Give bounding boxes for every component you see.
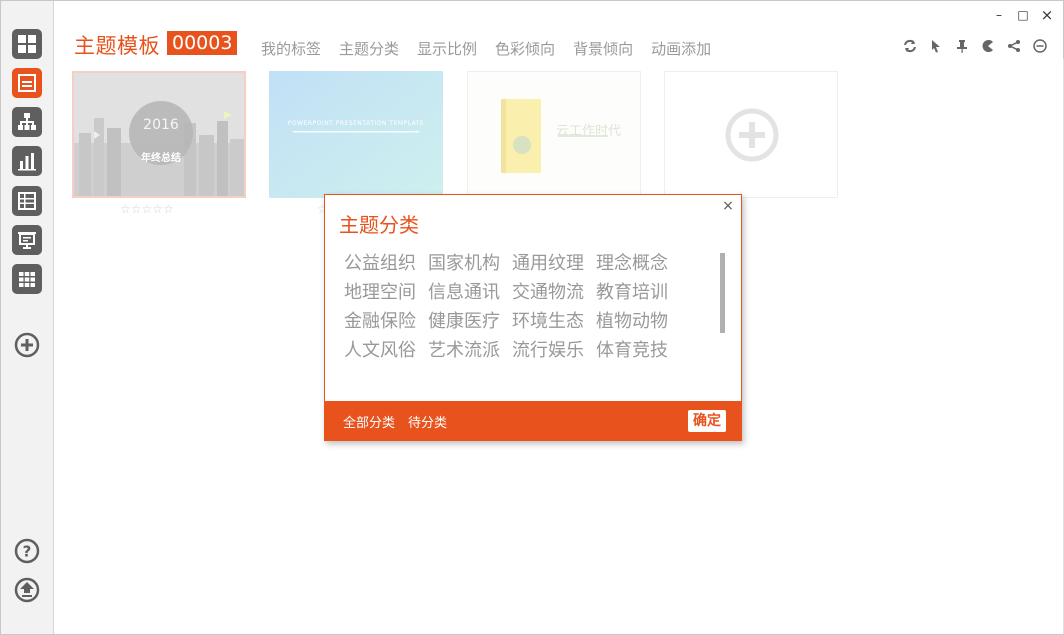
rating-stars[interactable]: ☆☆☆☆☆ xyxy=(120,202,174,216)
upload-icon[interactable] xyxy=(13,576,41,604)
dialog-close-button[interactable]: × xyxy=(721,199,735,213)
category-item[interactable]: 教育培训 xyxy=(596,282,680,303)
sidebar-add-icon[interactable] xyxy=(13,331,41,359)
maximize-button[interactable]: □ xyxy=(1017,8,1029,22)
category-item[interactable]: 地理空间 xyxy=(344,282,428,303)
menu-my-tags[interactable]: 我的标签 xyxy=(261,38,321,59)
app-window: ? 主题模板 00003 我的标签 主题分类 显示比例 色彩倾向 背景倾向 动画… xyxy=(0,0,1064,635)
cursor-icon[interactable] xyxy=(928,38,944,54)
collapse-icon[interactable] xyxy=(1032,38,1048,54)
template-card-cloud-work[interactable]: 云工作时代 xyxy=(467,71,641,198)
minimize-button[interactable]: – xyxy=(993,8,1005,22)
dialog-scrollbar[interactable] xyxy=(720,253,725,333)
add-circle-icon xyxy=(725,108,779,162)
refresh-icon[interactable] xyxy=(902,38,918,54)
theme-category-dialog: 主题分类 × 公益组织 国家机构 通用纹理 理念概念 地理空间 信息通讯 交通物… xyxy=(324,194,742,441)
template-card-annual-summary[interactable]: 2016 年终总结 xyxy=(72,71,246,198)
uncategorized-link[interactable]: 待分类 xyxy=(408,412,447,431)
category-item[interactable]: 体育竞技 xyxy=(596,340,680,361)
svg-text:?: ? xyxy=(23,543,32,561)
category-item[interactable]: 植物动物 xyxy=(596,311,680,332)
sidebar: ? xyxy=(1,1,54,634)
category-item[interactable]: 交通物流 xyxy=(512,282,596,303)
pacman-icon[interactable] xyxy=(980,38,996,54)
add-template-card[interactable] xyxy=(664,71,838,198)
category-item[interactable]: 国家机构 xyxy=(428,253,512,274)
presentation-thumbnail xyxy=(269,71,443,198)
category-item[interactable]: 信息通讯 xyxy=(428,282,512,303)
pin-icon[interactable] xyxy=(954,38,970,54)
sidebar-bar-chart-icon[interactable] xyxy=(12,146,42,176)
category-item[interactable]: 健康医疗 xyxy=(428,311,512,332)
sidebar-presentation-icon[interactable] xyxy=(12,225,42,255)
menu-background-tendency[interactable]: 背景倾向 xyxy=(573,38,633,59)
toolbar xyxy=(902,38,1048,54)
menu-theme-category[interactable]: 主题分类 xyxy=(339,38,399,59)
sidebar-org-chart-icon[interactable] xyxy=(12,107,42,137)
confirm-button[interactable]: 确定 xyxy=(688,410,726,432)
page-title: 主题模板 xyxy=(74,34,160,58)
sidebar-apps-icon[interactable] xyxy=(12,264,42,294)
template-count-badge: 00003 xyxy=(167,31,238,55)
category-item[interactable]: 理念概念 xyxy=(596,253,680,274)
all-categories-link[interactable]: 全部分类 xyxy=(343,412,395,431)
category-item[interactable]: 人文风俗 xyxy=(344,340,428,361)
menu-display-ratio[interactable]: 显示比例 xyxy=(417,38,477,59)
menu-color-tendency[interactable]: 色彩倾向 xyxy=(495,38,555,59)
category-item[interactable]: 公益组织 xyxy=(344,253,428,274)
card-book-title: 云工作时代 xyxy=(556,124,622,139)
template-card-presentation[interactable]: POWERPOINT PRESENTATION TEMPLATE xyxy=(269,71,443,198)
help-icon[interactable]: ? xyxy=(13,537,41,565)
card-banner: POWERPOINT PRESENTATION TEMPLATE xyxy=(287,120,425,127)
category-item[interactable]: 环境生态 xyxy=(512,311,596,332)
category-item[interactable]: 通用纹理 xyxy=(512,253,596,274)
card-subtitle: 年终总结 xyxy=(141,153,181,164)
sidebar-template-icon[interactable] xyxy=(12,68,42,98)
annual-summary-thumbnail xyxy=(74,73,244,196)
card-year: 2016 xyxy=(143,117,179,133)
category-item[interactable]: 艺术流派 xyxy=(428,340,512,361)
sidebar-grid-icon[interactable] xyxy=(12,29,42,59)
window-controls: – □ × xyxy=(993,6,1054,24)
top-menu: 我的标签 主题分类 显示比例 色彩倾向 背景倾向 动画添加 xyxy=(261,38,729,59)
close-window-button[interactable]: × xyxy=(1041,6,1054,24)
menu-animation-add[interactable]: 动画添加 xyxy=(651,38,711,59)
dialog-title: 主题分类 xyxy=(339,213,419,237)
dialog-footer: 全部分类 待分类 确定 xyxy=(325,401,741,440)
sidebar-table-icon[interactable] xyxy=(12,186,42,216)
category-item[interactable]: 金融保险 xyxy=(344,311,428,332)
category-list: 公益组织 国家机构 通用纹理 理念概念 地理空间 信息通讯 交通物流 教育培训 … xyxy=(344,253,684,361)
share-icon[interactable] xyxy=(1006,38,1022,54)
category-item[interactable]: 流行娱乐 xyxy=(512,340,596,361)
